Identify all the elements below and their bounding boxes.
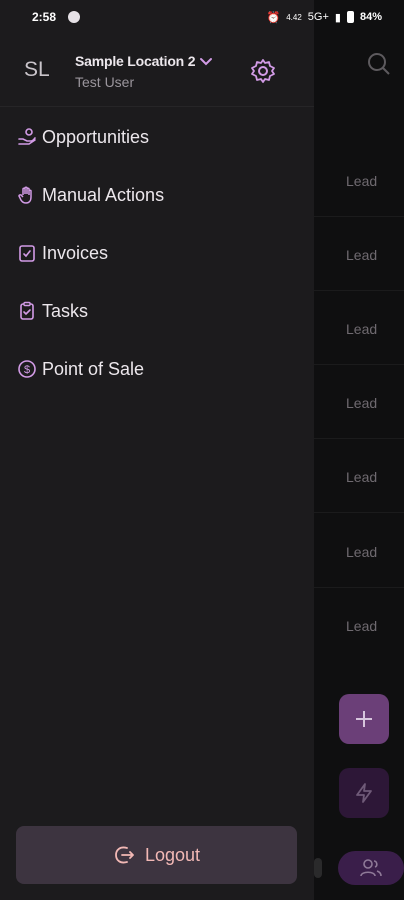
- menu-item-label: Point of Sale: [42, 358, 145, 379]
- menu-item-label: Manual Actions: [42, 184, 165, 205]
- status-indicators: ⏰ 4.42 5G+ ▮ 84%: [267, 11, 382, 24]
- quick-action-button[interactable]: [339, 768, 389, 818]
- lead-label: Lead: [346, 469, 378, 485]
- divider: [314, 512, 404, 513]
- invoice-icon: [17, 243, 37, 263]
- menu-item-manual-actions[interactable]: Manual Actions: [0, 170, 314, 220]
- logout-button[interactable]: Logout: [16, 826, 297, 884]
- nav-icon[interactable]: [314, 858, 322, 878]
- lead-label: Lead: [346, 395, 378, 411]
- plus-icon: [356, 711, 372, 727]
- contacts-tab[interactable]: [338, 851, 404, 885]
- alarm-icon: ⏰: [266, 11, 281, 24]
- lead-label: Lead: [346, 173, 378, 189]
- menu-item-opportunities[interactable]: Opportunities: [0, 112, 314, 162]
- lightning-icon: [356, 783, 372, 803]
- logout-label: Logout: [144, 844, 201, 865]
- app-notification-icon: [68, 11, 81, 23]
- menu-item-label: Opportunities: [42, 126, 150, 147]
- add-button[interactable]: [339, 694, 389, 744]
- search-icon[interactable]: [367, 52, 391, 76]
- network-label: 5G+: [307, 11, 329, 23]
- battery-percent: 84%: [359, 11, 382, 23]
- menu-item-label: Tasks: [42, 300, 89, 321]
- navigation-drawer: SL Sample Location 2 Test User Opportuni…: [0, 0, 314, 900]
- status-bar: 2:58 ⏰ 4.42 5G+ ▮ 84%: [0, 0, 404, 34]
- avatar[interactable]: SL: [24, 58, 50, 82]
- clipboard-check-icon: [17, 301, 37, 321]
- divider: [314, 364, 404, 365]
- svg-text:$: $: [24, 364, 30, 376]
- hand-icon: [17, 185, 37, 205]
- status-time: 2:58: [32, 10, 57, 24]
- lead-label: Lead: [346, 247, 378, 263]
- menu-item-label: Invoices: [42, 242, 109, 263]
- divider: [314, 290, 404, 291]
- divider: [314, 216, 404, 217]
- dollar-circle-icon: $: [17, 359, 37, 379]
- hand-coins-icon: [17, 127, 37, 147]
- menu-item-tasks[interactable]: Tasks: [0, 286, 314, 336]
- signal-icon: ▮: [334, 11, 341, 24]
- users-icon: [360, 859, 382, 877]
- lead-label: Lead: [346, 321, 378, 337]
- location-name[interactable]: Sample Location 2: [75, 53, 195, 69]
- menu-item-invoices[interactable]: Invoices: [0, 228, 314, 278]
- lead-label: Lead: [346, 544, 378, 560]
- lead-label: Lead: [346, 618, 378, 634]
- data-speed: 4.42: [286, 12, 302, 22]
- battery-icon: [346, 11, 354, 23]
- chevron-down-icon[interactable]: [199, 55, 213, 69]
- divider: [314, 587, 404, 588]
- divider: [314, 438, 404, 439]
- menu-item-point-of-sale[interactable]: $ Point of Sale: [0, 344, 314, 394]
- gear-icon[interactable]: [250, 58, 276, 84]
- user-name: Test User: [75, 74, 135, 90]
- logout-icon: [115, 846, 134, 864]
- drawer-header: SL Sample Location 2 Test User: [0, 34, 314, 107]
